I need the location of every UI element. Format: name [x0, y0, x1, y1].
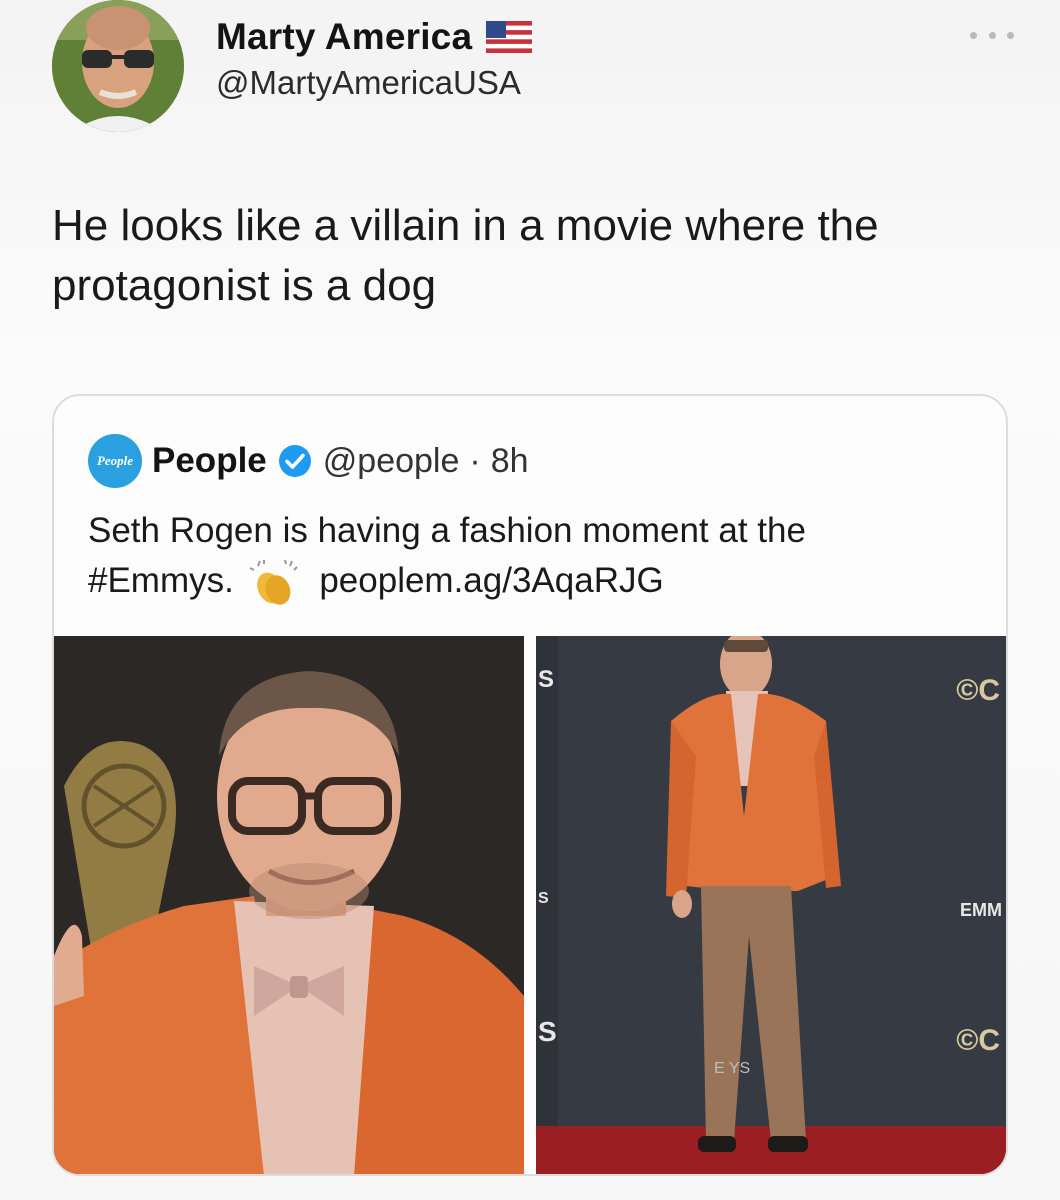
us-flag-icon [486, 21, 533, 53]
quoted-text-line1: Seth Rogen is having a fashion moment at… [88, 511, 806, 550]
more-options-icon[interactable] [970, 20, 1014, 50]
author-info: Marty America @MartyAmericaUSA [216, 16, 533, 102]
quoted-tweet-header: People People @people · 8h [88, 434, 529, 488]
tweet-text: He looks like a villain in a movie where… [52, 201, 879, 310]
watermark-right-top: ©C [956, 674, 1000, 707]
watermark-right-bottom: ©C [956, 1024, 1000, 1057]
author-avatar[interactable] [52, 0, 184, 132]
tweet: Marty America @MartyAmericaUSA He looks … [0, 0, 1060, 1200]
clapping-hands-icon [249, 559, 298, 605]
watermark-strip-top: S [538, 666, 555, 693]
quoted-link[interactable]: peoplem.ag/3AqaRJG [319, 561, 663, 600]
author-name[interactable]: Marty America [216, 16, 472, 58]
watermark-right-mid: EMM [960, 900, 1002, 920]
quoted-tweet[interactable]: People People @people · 8h Seth Rogen is… [52, 394, 1008, 1176]
quoted-author-handle[interactable]: @people [323, 442, 460, 481]
quoted-media: ©C EMM ©C S S S E YS [54, 636, 1006, 1174]
emmys-hashtag[interactable]: #Emmys. [88, 561, 234, 600]
author-handle[interactable]: @MartyAmericaUSA [216, 64, 532, 102]
people-logo-avatar[interactable]: People [88, 434, 142, 488]
separator-dot: · [469, 441, 481, 480]
media-photo-portrait[interactable] [54, 636, 524, 1174]
quoted-author-name[interactable]: People [152, 441, 267, 481]
quoted-timestamp[interactable]: 8h [491, 442, 529, 481]
quoted-tweet-text: Seth Rogen is having a fashion moment at… [88, 506, 968, 606]
media-photo-full-length[interactable]: ©C EMM ©C S S S E YS [536, 636, 1006, 1174]
watermark-strip-bottom: S [538, 1016, 557, 1047]
watermark-strip-mid: S [538, 890, 549, 907]
verified-badge-icon [278, 445, 311, 477]
watermark-floor: E YS [714, 1060, 751, 1077]
